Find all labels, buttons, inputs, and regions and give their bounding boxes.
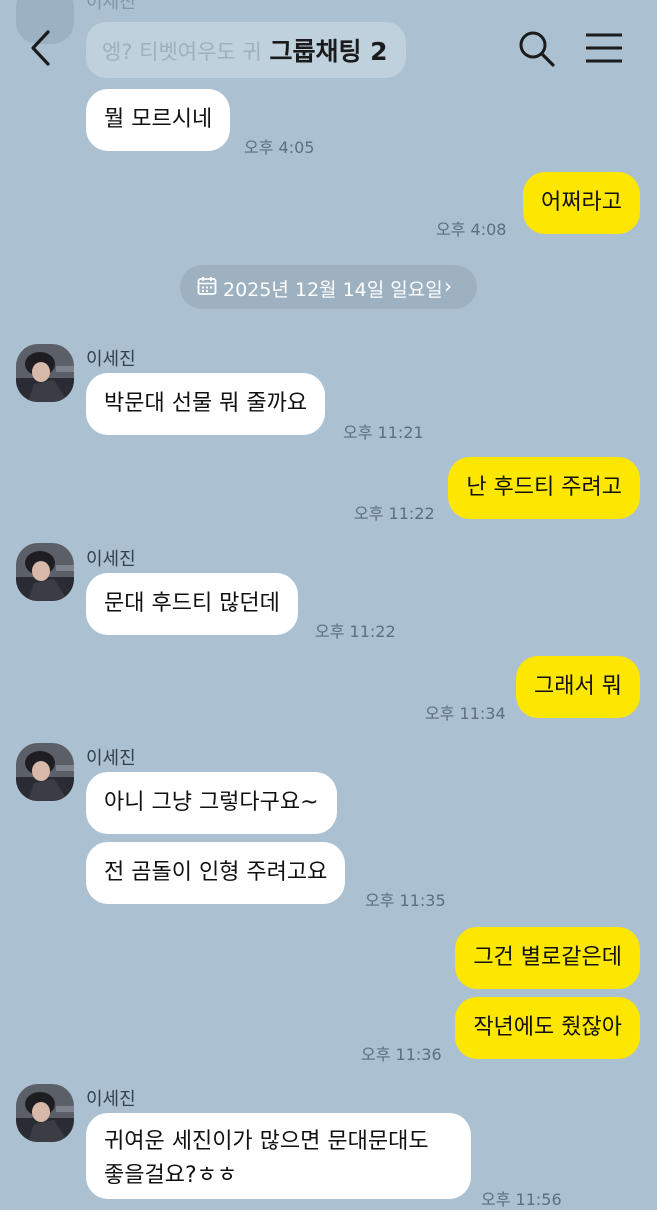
message-bubble-outgoing[interactable]: 작년에도 줬잖아 xyxy=(455,997,640,1059)
avatar-image xyxy=(16,344,74,402)
chevron-right-icon: › xyxy=(444,274,452,298)
message-text: 그건 별로같은데 xyxy=(473,945,622,970)
date-divider[interactable]: 2025년 12월 14일 일요일 › xyxy=(180,265,477,309)
avatar[interactable] xyxy=(16,1084,74,1142)
message-time: 오후 11:35 xyxy=(365,891,446,910)
message-text: 어쩌라고 xyxy=(541,190,622,215)
message-bubble-outgoing[interactable]: 어쩌라고 xyxy=(523,172,640,234)
message-time: 오후 4:08 xyxy=(436,220,507,239)
avatar-image xyxy=(16,1084,74,1142)
chat-title: 그룹채팅 2 xyxy=(269,37,388,66)
avatar-image xyxy=(16,543,74,601)
message-time: 오후 11:22 xyxy=(354,504,435,523)
sender-name: 이세진 xyxy=(86,349,136,370)
avatar-image xyxy=(16,743,74,801)
message-bubble-incoming[interactable]: 전 곰돌이 인형 주려고요 xyxy=(86,842,346,904)
sender-name: 이세진 xyxy=(86,1089,136,1110)
message-text: 박문대 선물 뭐 줄까요 xyxy=(104,391,308,416)
avatar[interactable] xyxy=(16,543,74,601)
message-bubble-incoming[interactable]: 귀여운 세진이가 많으면 문대문대도 좋을걸요?ㅎㅎ xyxy=(86,1113,471,1199)
sender-name: 이세진 xyxy=(86,748,136,769)
message-text: 뭘 모르시네 xyxy=(104,107,213,132)
message-bubble-outgoing[interactable]: 그래서 뭐 xyxy=(516,656,640,718)
message-time: 오후 11:22 xyxy=(315,622,396,641)
message-text: 문대 후드티 많던데 xyxy=(104,591,280,616)
message-text: 귀여운 세진이가 많으면 문대문대도 좋을걸요?ㅎㅎ xyxy=(104,1129,429,1188)
message-text: 그래서 뭐 xyxy=(534,674,622,699)
avatar[interactable] xyxy=(16,344,74,402)
message-bubble-incoming[interactable]: 문대 후드티 많던데 xyxy=(86,573,298,635)
calendar-icon xyxy=(197,277,217,295)
sender-name: 이세진 xyxy=(86,549,136,570)
search-icon[interactable] xyxy=(516,28,556,68)
message-time: 오후 11:34 xyxy=(425,704,506,723)
date-label: 2025년 12월 14일 일요일 xyxy=(223,279,443,301)
message-time: 오후 11:21 xyxy=(343,423,424,442)
message-bubble-outgoing[interactable]: 그건 별로같은데 xyxy=(455,927,640,989)
chat-header: 그룹채팅 2 xyxy=(0,0,657,96)
message-bubble-incoming[interactable]: 박문대 선물 뭐 줄까요 xyxy=(86,373,326,435)
message-time: 오후 11:56 xyxy=(481,1190,562,1209)
message-text: 작년에도 줬잖아 xyxy=(473,1015,622,1040)
message-bubble-incoming[interactable]: 뭘 모르시네 xyxy=(86,89,231,151)
message-text: 난 후드티 주려고 xyxy=(466,475,622,500)
message-time: 오후 4:05 xyxy=(244,138,315,157)
message-time: 오후 11:36 xyxy=(361,1045,442,1064)
message-text: 전 곰돌이 인형 주려고요 xyxy=(104,860,328,885)
avatar[interactable] xyxy=(16,743,74,801)
message-bubble-incoming[interactable]: 아니 그냥 그렇다구요~ xyxy=(86,772,337,834)
message-text: 아니 그냥 그렇다구요~ xyxy=(104,790,319,815)
message-bubble-outgoing[interactable]: 난 후드티 주려고 xyxy=(448,457,640,519)
hamburger-menu-icon[interactable] xyxy=(584,30,624,66)
